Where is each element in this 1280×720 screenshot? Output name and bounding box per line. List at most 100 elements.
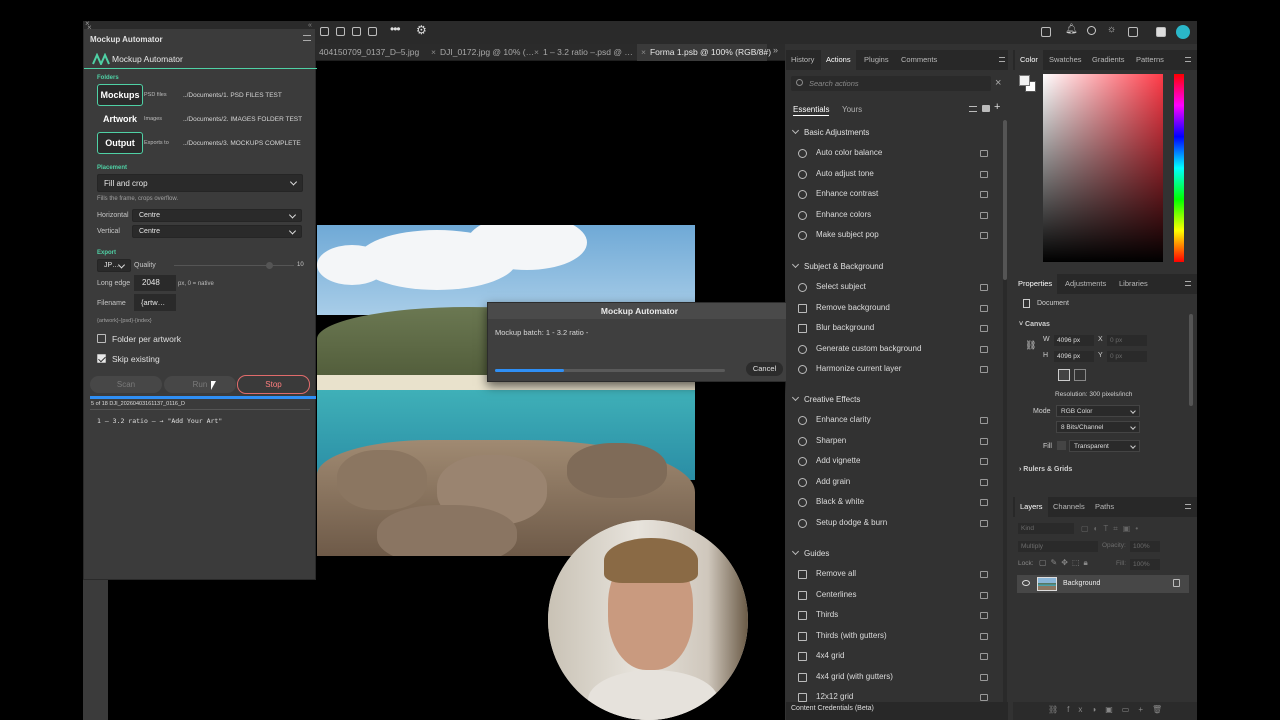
close-tab-icon[interactable]: × <box>641 47 646 57</box>
action-item[interactable]: Remove all <box>798 568 994 582</box>
landscape-icon[interactable] <box>1074 369 1086 381</box>
tab-adjustments[interactable]: Adjustments <box>1065 274 1106 294</box>
doc-tab-1[interactable]: 404150709_0137_D–5.jpg <box>315 44 427 61</box>
run-action-icon[interactable] <box>980 571 988 578</box>
run-action-icon[interactable] <box>980 232 988 239</box>
color-field[interactable] <box>1043 74 1163 262</box>
properties-scrollbar[interactable] <box>1189 314 1193 406</box>
tab-patterns[interactable]: Patterns <box>1136 50 1164 70</box>
format-select[interactable]: JP… <box>97 259 131 272</box>
screen-mode-icon[interactable] <box>1156 27 1166 37</box>
run-action-icon[interactable] <box>980 458 988 465</box>
quality-slider[interactable] <box>174 265 294 266</box>
foreground-color-swatch[interactable] <box>1019 75 1030 86</box>
avatar[interactable] <box>1176 25 1190 39</box>
action-item[interactable]: Remove background <box>798 302 994 316</box>
tab-properties[interactable]: Properties <box>1013 274 1058 294</box>
tab-paths[interactable]: Paths <box>1095 497 1114 517</box>
tab-swatches[interactable]: Swatches <box>1049 50 1082 70</box>
tab-libraries[interactable]: Libraries <box>1119 274 1148 294</box>
add-icon[interactable]: + <box>994 101 1000 113</box>
x-input[interactable]: 0 px <box>1107 335 1147 346</box>
doc-tab-3[interactable]: × 1 – 3.2 ratio –.psd @ … <box>530 44 637 61</box>
action-item[interactable]: 4x4 grid (with gutters) <box>798 671 994 685</box>
placement-select[interactable]: Fill and crop <box>97 174 303 192</box>
panel-menu-icon[interactable] <box>1185 504 1191 509</box>
action-item[interactable]: Add vignette <box>798 455 994 469</box>
lock-icons[interactable]: ▢✎✥⬚🔒︎ <box>1039 558 1092 568</box>
stop-button[interactable]: Stop <box>237 375 310 394</box>
run-action-icon[interactable] <box>980 499 988 506</box>
action-item[interactable]: Thirds <box>798 609 994 623</box>
action-item[interactable]: Add grain <box>798 476 994 490</box>
fill-input[interactable]: 100% <box>1130 559 1160 570</box>
run-action-icon[interactable] <box>980 284 988 291</box>
run-action-icon[interactable] <box>980 612 988 619</box>
run-action-icon[interactable] <box>980 191 988 198</box>
actions-scrollbar-thumb[interactable] <box>1003 120 1007 280</box>
bell-icon[interactable]: 🔔︎ <box>1065 24 1078 35</box>
layer-filter-icons[interactable]: ▢◐T⌗▣• <box>1081 524 1143 534</box>
link-icon[interactable]: ⛓ <box>1025 340 1036 351</box>
action-item[interactable]: Setup dodge & burn <box>798 517 994 531</box>
close-icon[interactable]: × <box>87 23 92 32</box>
run-action-icon[interactable] <box>980 437 988 445</box>
folder-per-artwork-checkbox[interactable] <box>97 334 106 343</box>
run-action-icon[interactable] <box>980 478 988 486</box>
share-icon[interactable] <box>1041 27 1051 37</box>
filename-input[interactable]: {artw… <box>134 294 176 311</box>
segment-yours[interactable]: Yours <box>842 105 862 114</box>
tab-color[interactable]: Color <box>1015 50 1043 70</box>
output-button[interactable]: Output <box>97 132 143 154</box>
run-action-icon[interactable] <box>980 694 988 701</box>
run-action-icon[interactable] <box>980 591 988 599</box>
search-icon[interactable] <box>1087 26 1096 35</box>
workspace-icon[interactable] <box>1128 27 1138 37</box>
doc-tab-4[interactable]: × Forma 1.psb @ 100% (RGB/8#) <box>637 44 771 61</box>
action-item[interactable]: Sharpen <box>798 435 994 449</box>
more-icon[interactable]: ••• <box>390 22 401 36</box>
list-icon[interactable] <box>969 106 977 112</box>
action-item[interactable]: Auto color balance <box>798 147 994 161</box>
run-action-icon[interactable] <box>980 366 988 373</box>
tab-comments[interactable]: Comments <box>901 50 937 70</box>
gear-icon[interactable]: ⚙ <box>416 23 427 37</box>
action-item[interactable]: Select subject <box>798 281 994 295</box>
action-item[interactable]: Blur background <box>798 322 994 336</box>
action-group-header[interactable]: Guides <box>791 547 829 558</box>
action-group-header[interactable]: Creative Effects <box>791 393 860 404</box>
run-action-icon[interactable] <box>980 653 988 660</box>
fill-select[interactable]: Transparent <box>1069 440 1140 452</box>
run-action-icon[interactable] <box>980 345 988 353</box>
segment-essentials[interactable]: Essentials <box>793 105 830 116</box>
tab-actions[interactable]: Actions <box>821 50 856 70</box>
y-input[interactable]: 0 px <box>1107 351 1147 362</box>
run-action-icon[interactable] <box>980 211 988 219</box>
action-item[interactable]: Centerlines <box>798 589 994 603</box>
action-item[interactable]: Enhance contrast <box>798 188 994 202</box>
opacity-input[interactable]: 100% <box>1130 541 1160 552</box>
tab-history[interactable]: History <box>791 50 814 70</box>
layer-row-background[interactable]: Background <box>1017 575 1189 593</box>
hue-slider[interactable] <box>1174 74 1184 262</box>
action-item[interactable]: Make subject pop <box>798 229 994 243</box>
more-tabs-icon[interactable]: » <box>773 45 778 55</box>
action-item[interactable]: Generate custom background <box>798 343 994 357</box>
run-action-icon[interactable] <box>980 673 988 681</box>
action-group-header[interactable]: Basic Adjustments <box>791 126 869 137</box>
scan-button[interactable]: Scan <box>90 376 162 393</box>
search-actions-input[interactable]: Search actions <box>791 76 991 91</box>
action-item[interactable]: Harmonize current layer <box>798 363 994 377</box>
align-center-icon[interactable] <box>336 27 345 36</box>
close-tab-icon[interactable]: × <box>431 47 436 57</box>
cancel-button[interactable]: Cancel <box>746 362 783 376</box>
align-right-icon[interactable] <box>352 27 361 36</box>
fill-swatch[interactable] <box>1057 441 1066 450</box>
vertical-select[interactable]: Centre <box>132 225 302 238</box>
tab-plugins[interactable]: Plugins <box>864 50 889 70</box>
doc-tab-2[interactable]: × DJI_0172.jpg @ 10% (… <box>427 44 534 61</box>
mode-select[interactable]: RGB Color <box>1056 405 1140 417</box>
run-action-icon[interactable] <box>980 417 988 424</box>
align-top-icon[interactable] <box>368 27 377 36</box>
panel-menu-icon[interactable] <box>1185 281 1191 286</box>
